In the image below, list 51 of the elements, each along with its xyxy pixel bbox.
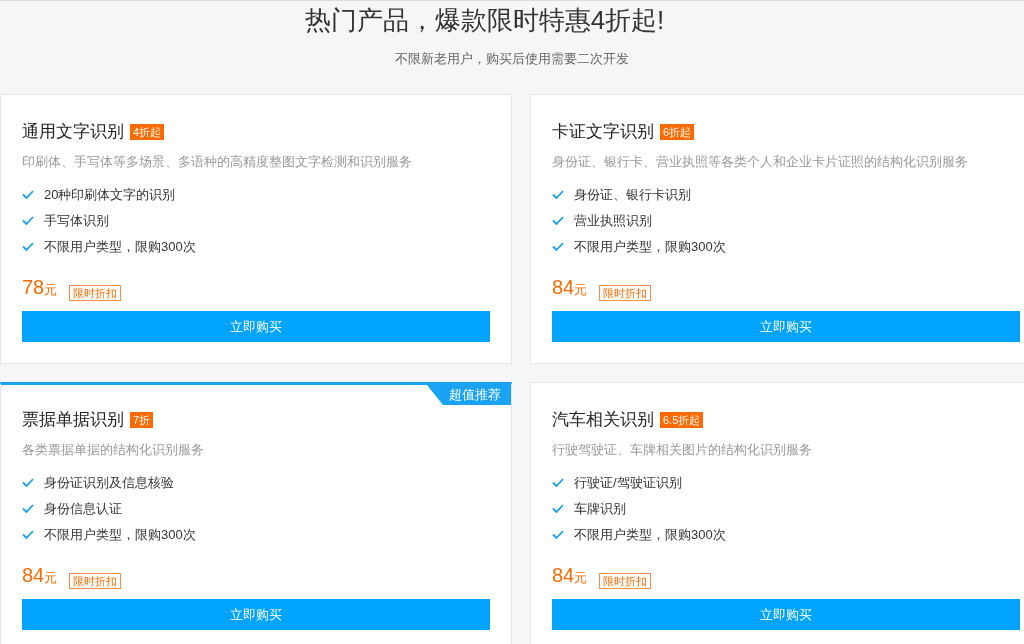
checkmark-icon: [22, 190, 34, 199]
checkmark-icon: [552, 216, 564, 225]
feature-text: 手写体识别: [44, 212, 109, 230]
discount-badge: 6折起: [660, 123, 695, 140]
discount-tag: 限时折扣: [69, 285, 122, 301]
product-description: 行驶驾驶证、车牌相关图片的结构化识别服务: [552, 440, 813, 459]
discount-badge: 7折: [130, 411, 154, 428]
discount-badge: 4折起: [130, 123, 165, 140]
product-description: 各类票据单据的结构化识别服务: [22, 440, 205, 459]
discount-tag: 限时折扣: [599, 573, 652, 589]
checkmark-icon: [552, 190, 564, 199]
checkmark-icon: [552, 242, 564, 251]
price: 84元: [552, 276, 588, 300]
feature-text: 20种印刷体文字的识别: [44, 186, 176, 204]
discount-tag: 限时折扣: [599, 285, 652, 301]
feature-text: 行驶证/驾驶证识别: [574, 474, 682, 492]
feature-text: 车牌识别: [574, 500, 626, 518]
feature-text: 身份证、银行卡识别: [574, 186, 691, 204]
checkmark-icon: [22, 530, 34, 539]
recommend-ribbon: 超值推荐: [427, 385, 511, 405]
price: 78元: [22, 276, 58, 300]
page-title: 热门产品，爆款限时特惠4折起!: [304, 4, 665, 37]
feature-text: 不限用户类型，限购300次: [574, 526, 726, 544]
checkmark-icon: [22, 504, 34, 513]
buy-button[interactable]: 立即购买: [552, 599, 1020, 630]
checkmark-icon: [22, 478, 34, 487]
feature-text: 身份证识别及信息核验: [44, 474, 174, 492]
product-description: 身份证、银行卡、营业执照等各类个人和企业卡片证照的结构化识别服务: [552, 152, 969, 171]
price: 84元: [552, 564, 588, 588]
checkmark-icon: [22, 216, 34, 225]
discount-tag: 限时折扣: [69, 573, 122, 589]
feature-text: 不限用户类型，限购300次: [574, 238, 726, 256]
product-title: 卡证文字识别: [552, 121, 654, 143]
buy-button[interactable]: 立即购买: [22, 311, 490, 342]
checkmark-icon: [22, 242, 34, 251]
product-description: 印刷体、手写体等多场景、多语种的高精度整图文字检测和识别服务: [22, 152, 413, 171]
checkmark-icon: [552, 504, 564, 513]
feature-text: 营业执照识别: [574, 212, 652, 230]
product-title: 汽车相关识别: [552, 409, 654, 431]
price: 84元: [22, 564, 58, 588]
discount-badge: 6.5折起: [660, 411, 704, 428]
buy-button[interactable]: 立即购买: [22, 599, 490, 630]
buy-button[interactable]: 立即购买: [552, 311, 1020, 342]
product-title: 票据单据识别: [22, 409, 124, 431]
feature-text: 身份信息认证: [44, 500, 122, 518]
feature-text: 不限用户类型，限购300次: [44, 238, 196, 256]
feature-text: 不限用户类型，限购300次: [44, 526, 196, 544]
checkmark-icon: [552, 478, 564, 487]
checkmark-icon: [552, 530, 564, 539]
product-title: 通用文字识别: [22, 121, 124, 143]
page-subtitle: 不限新老用户，购买后使用需要二次开发: [395, 50, 629, 68]
